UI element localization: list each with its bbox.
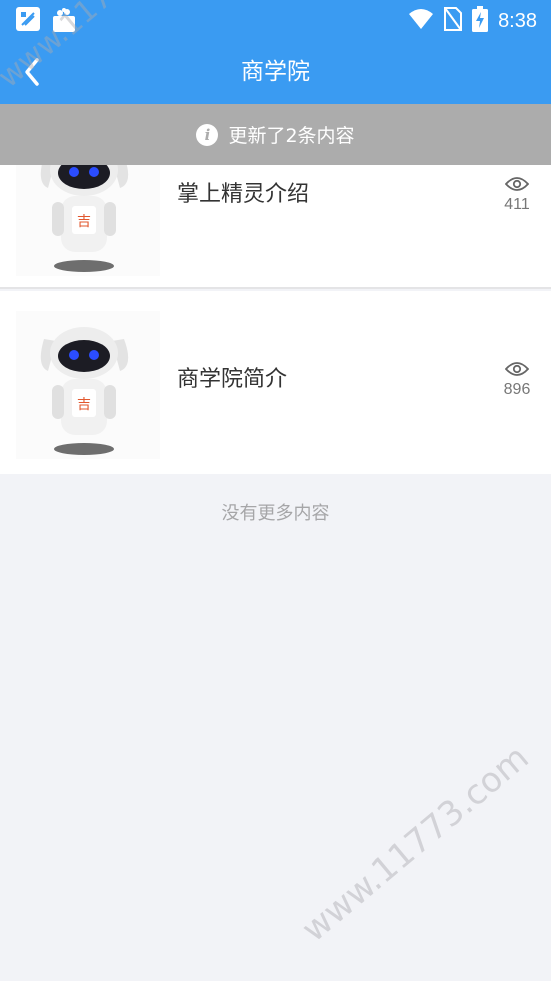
- battery-charging-icon: [472, 6, 489, 36]
- thumb-badge: 吉: [77, 397, 91, 413]
- eye-icon: [504, 177, 530, 191]
- view-count: 896: [497, 361, 537, 399]
- status-time: 8:38: [498, 9, 537, 32]
- view-count-number: 411: [504, 196, 530, 213]
- view-count: 411: [497, 176, 537, 214]
- item-title: 商学院简介: [177, 367, 288, 392]
- no-more-text: 没有更多内容: [221, 503, 330, 524]
- app-header: 商学院: [0, 40, 551, 104]
- update-toast: i 更新了2条内容: [0, 104, 551, 165]
- thumb-badge: 吉: [77, 214, 91, 230]
- watermark: www.11773.com: [294, 737, 537, 950]
- view-count-number: 896: [503, 381, 531, 398]
- item-title: 掌上精灵介绍: [177, 182, 310, 207]
- status-right-icons: 8:38: [408, 6, 537, 36]
- robot-mascot-image: 吉: [16, 311, 160, 459]
- wifi-icon: [408, 8, 434, 34]
- info-icon: i: [196, 123, 219, 146]
- app-notification-icon: [16, 7, 40, 31]
- page-title: 商学院: [241, 59, 310, 85]
- no-sim-icon: [444, 7, 463, 35]
- list-item[interactable]: 吉 商学院简介 896: [0, 291, 551, 474]
- toast-text: 更新了2条内容: [228, 125, 355, 147]
- eye-icon: [504, 362, 530, 376]
